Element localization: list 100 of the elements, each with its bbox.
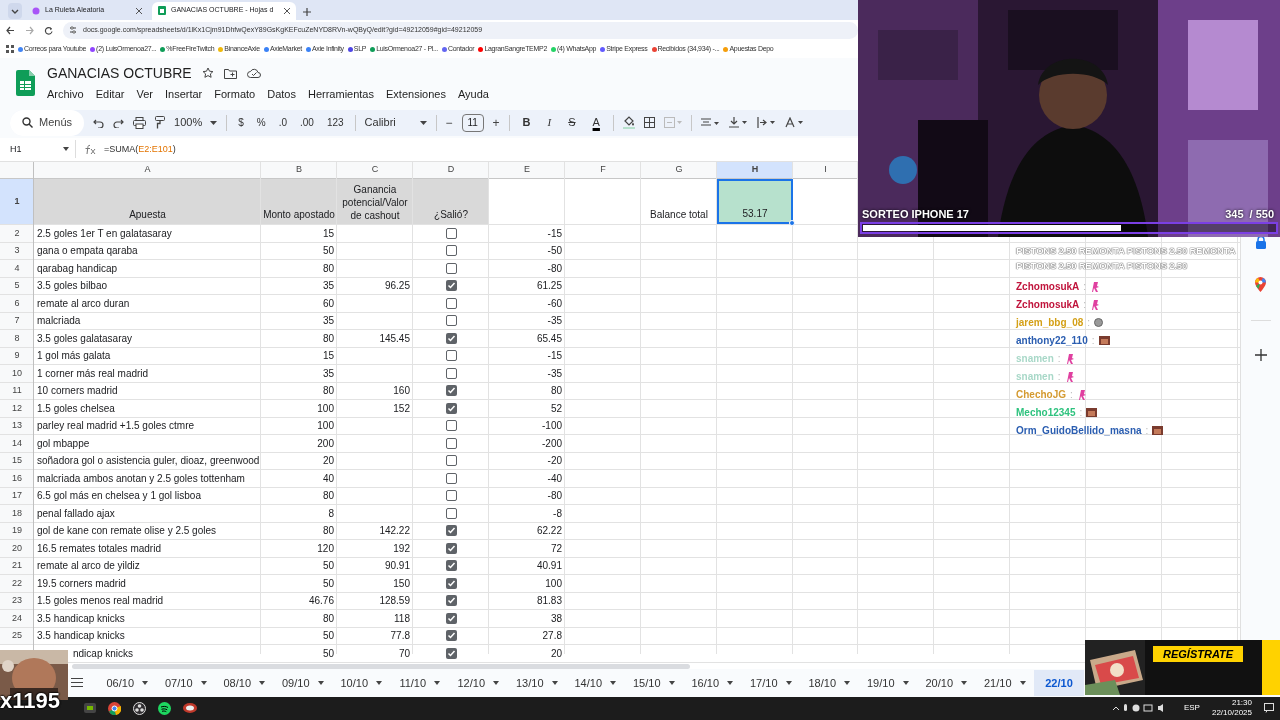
row-number[interactable]: 18 xyxy=(0,505,34,522)
sheet-tab[interactable]: 18/10 xyxy=(800,669,859,696)
checkbox[interactable] xyxy=(445,385,457,397)
checkbox[interactable] xyxy=(445,560,457,572)
sheets-logo-icon[interactable] xyxy=(16,69,35,96)
borders-icon[interactable] xyxy=(643,114,655,131)
sheet-tab[interactable]: 08/10 xyxy=(215,669,274,696)
checkbox[interactable] xyxy=(445,630,457,642)
selected-cell[interactable]: 53.17 xyxy=(717,179,793,225)
sheet-tab[interactable]: 07/10 xyxy=(156,669,215,696)
apps-icon[interactable] xyxy=(6,45,14,54)
format-button[interactable]: $ xyxy=(236,115,246,131)
app-icon[interactable] xyxy=(183,702,197,715)
sheet-tab[interactable]: 14/10 xyxy=(566,669,625,696)
zoom-dropdown[interactable]: 100% xyxy=(174,114,218,131)
tab-list-icon[interactable] xyxy=(8,2,22,19)
fill-handle[interactable] xyxy=(789,220,795,227)
close-icon[interactable] xyxy=(136,7,142,14)
column-header[interactable]: B xyxy=(261,162,337,179)
checkbox[interactable] xyxy=(445,455,457,467)
checkbox[interactable] xyxy=(445,542,457,554)
row-number[interactable]: 12 xyxy=(0,400,34,417)
row-number[interactable]: 10 xyxy=(0,365,34,382)
menu-item[interactable]: Formato xyxy=(214,85,256,103)
menu-item[interactable]: Archivo xyxy=(47,85,84,103)
paint-roller-icon[interactable] xyxy=(155,114,166,131)
sheet-tab[interactable]: 06/10 xyxy=(98,669,157,696)
name-box[interactable]: H1 xyxy=(0,140,76,159)
checkbox[interactable] xyxy=(445,595,457,607)
column-header[interactable]: I xyxy=(793,162,858,179)
checkbox[interactable] xyxy=(445,402,457,414)
formula-field[interactable]: =SUMA(E2:E101) xyxy=(104,142,176,157)
font-size-field[interactable]: 11 xyxy=(461,113,484,132)
row-number[interactable]: 20 xyxy=(0,540,34,557)
chip-icon[interactable] xyxy=(84,703,96,714)
menu-item[interactable]: Datos xyxy=(267,85,296,103)
format-button[interactable]: .00 xyxy=(298,115,316,131)
sheet-tab[interactable]: 12/10 xyxy=(449,669,508,696)
row-number[interactable]: 1 xyxy=(0,179,34,225)
checkbox[interactable] xyxy=(445,490,457,502)
format-button[interactable]: .0 xyxy=(276,115,289,131)
column-header[interactable]: H xyxy=(717,162,793,179)
close-icon[interactable] xyxy=(284,7,291,14)
sheet-tab[interactable]: 19/10 xyxy=(858,669,917,696)
sheet-tab[interactable]: 09/10 xyxy=(273,669,332,696)
format-button[interactable]: 123 xyxy=(324,115,346,131)
sheet-tab[interactable]: 11/10 xyxy=(390,669,449,696)
checkbox[interactable] xyxy=(445,472,457,484)
checkbox[interactable] xyxy=(445,437,457,449)
checkbox[interactable] xyxy=(445,612,457,624)
sheet-tab[interactable]: 17/10 xyxy=(741,669,800,696)
menu-item[interactable]: Ayuda xyxy=(457,85,489,103)
music-icon[interactable] xyxy=(158,701,171,715)
checkbox[interactable] xyxy=(445,525,457,537)
checkbox[interactable] xyxy=(445,227,457,239)
chat-username[interactable]: ZchomosukA xyxy=(1016,296,1080,312)
chat-username[interactable]: anthony22_110 xyxy=(1016,332,1088,348)
column-header[interactable]: E xyxy=(489,162,565,179)
row-number[interactable]: 14 xyxy=(0,435,34,452)
menu-item[interactable]: Editar xyxy=(95,85,125,103)
star-icon[interactable] xyxy=(201,67,214,80)
column-header[interactable]: F xyxy=(565,162,641,179)
checkbox[interactable] xyxy=(445,367,457,379)
column-header[interactable]: G xyxy=(641,162,717,179)
checkbox[interactable] xyxy=(445,280,457,292)
notification-icon[interactable] xyxy=(1264,703,1274,714)
cloud-icon[interactable] xyxy=(246,68,261,79)
print-icon[interactable] xyxy=(133,114,147,131)
strikethrough-button[interactable]: S xyxy=(564,114,580,131)
format-button[interactable]: % xyxy=(254,115,268,131)
sheet-tab[interactable]: 10/10 xyxy=(332,669,391,696)
menu-item[interactable]: Insertar xyxy=(164,85,203,103)
sheet-tab[interactable]: 16/10 xyxy=(683,669,742,696)
column-header[interactable]: D xyxy=(413,162,489,179)
menu-item[interactable]: Herramientas xyxy=(307,85,374,103)
record-icon[interactable] xyxy=(133,701,146,715)
row-number[interactable]: 24 xyxy=(0,610,34,627)
row-number[interactable]: 4 xyxy=(0,260,34,277)
sheet-tab[interactable]: 20/10 xyxy=(917,669,976,696)
language-indicator[interactable]: ESP xyxy=(1183,702,1200,715)
sheet-tab[interactable]: 21/10 xyxy=(975,669,1034,696)
checkbox[interactable] xyxy=(445,245,457,257)
italic-button[interactable]: I xyxy=(543,114,556,131)
checkbox[interactable] xyxy=(445,507,457,519)
row-number[interactable]: 6 xyxy=(0,295,34,312)
menu-icon[interactable] xyxy=(70,678,84,688)
scrollbar-thumb[interactable] xyxy=(72,664,690,670)
clock[interactable]: 21:30 22/10/2025 xyxy=(1211,698,1252,719)
menu-item[interactable]: Extensiones xyxy=(386,85,446,103)
decrease-size-button[interactable]: − xyxy=(445,113,453,132)
menu-item[interactable]: Ver xyxy=(136,85,153,103)
sheet-tab[interactable]: 15/10 xyxy=(624,669,683,696)
site-settings-icon[interactable] xyxy=(69,26,77,35)
map-pin-icon[interactable] xyxy=(1255,277,1266,293)
browser-icon[interactable] xyxy=(108,701,121,715)
column-header[interactable]: C xyxy=(337,162,413,179)
fill-color-icon[interactable] xyxy=(622,114,635,131)
checkbox[interactable] xyxy=(445,262,457,274)
folder-icon[interactable] xyxy=(223,67,237,79)
text-color-button[interactable]: A xyxy=(588,114,604,131)
